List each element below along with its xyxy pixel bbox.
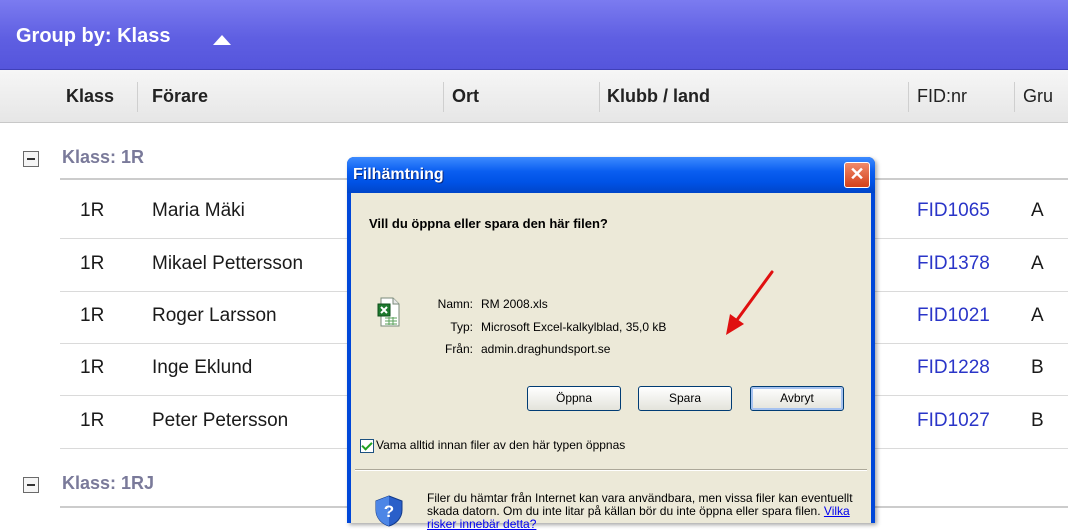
svg-text:?: ? [384, 502, 394, 521]
group-label: Klass: 1RJ [62, 473, 155, 493]
always-ask-checkbox[interactable] [360, 439, 374, 453]
security-shield-icon: ? [375, 495, 403, 527]
info-type-key: Typ: [450, 320, 473, 334]
warning-text: Filer du hämtar från Internet kan vara a… [427, 491, 853, 518]
cell-klass: 1R [80, 305, 105, 326]
cell-forare: Roger Larsson [152, 305, 277, 326]
cell-fid[interactable]: FID1228 [917, 357, 990, 379]
file-source-value: admin.draghundsport.se [481, 342, 611, 356]
cell-fid[interactable]: FID1021 [917, 305, 990, 327]
cell-fid[interactable]: FID1065 [917, 200, 990, 222]
cell-grupp: B [1031, 357, 1044, 378]
column-separator[interactable] [1014, 82, 1015, 112]
column-separator[interactable] [599, 82, 600, 112]
cell-grupp: A [1031, 200, 1044, 221]
cell-klass: 1R [80, 253, 105, 274]
column-separator[interactable] [443, 82, 444, 112]
cell-klass: 1R [80, 410, 105, 431]
column-header-row: Klass Förare Ort Klubb / land FID:nr Gru [0, 70, 1068, 123]
warning-text-block: Filer du hämtar från Internet kan vara a… [427, 492, 857, 531]
file-type-value: Microsoft Excel-kalkylblad, 35,0 kB [481, 320, 667, 334]
file-download-dialog: Filhämtning ✕ Vill du öppna eller spara … [347, 157, 875, 531]
column-header-klubb[interactable]: Klubb / land [607, 70, 710, 122]
save-button[interactable]: Spara [638, 386, 732, 411]
cell-klass: 1R [80, 357, 105, 378]
group-by-bar: Group by: Klass [0, 0, 1068, 70]
red-arrow-annotation [726, 270, 774, 335]
cell-forare: Inge Eklund [152, 357, 253, 378]
dialog-titlebar[interactable]: Filhämtning ✕ [347, 157, 875, 193]
dialog-body: Vill du öppna eller spara den här filen?… [351, 193, 871, 531]
file-name-value: RM 2008.xls [481, 297, 548, 311]
cell-fid[interactable]: FID1378 [917, 253, 990, 275]
cell-fid[interactable]: FID1027 [917, 410, 990, 432]
checkbox-label[interactable]: Vama alltid innan filer av den här typen… [376, 438, 625, 452]
cell-forare: Maria Mäki [152, 200, 245, 221]
dialog-title: Filhämtning [353, 166, 444, 183]
dialog-divider [355, 469, 867, 471]
column-header-klass[interactable]: Klass [66, 70, 114, 122]
cell-forare: Peter Petersson [152, 410, 289, 431]
cell-klass: 1R [80, 200, 105, 221]
column-header-grupp[interactable]: Gru [1023, 70, 1053, 122]
column-header-ort[interactable]: Ort [452, 70, 479, 122]
group-by-label[interactable]: Group by: Klass [16, 25, 170, 48]
sort-up-icon[interactable] [213, 35, 231, 45]
collapse-icon[interactable] [23, 151, 39, 167]
cell-forare: Mikael Pettersson [152, 253, 304, 274]
group-label: Klass: 1R [62, 147, 145, 167]
cancel-button[interactable]: Avbryt [750, 386, 844, 411]
column-header-fid[interactable]: FID:nr [917, 70, 967, 122]
collapse-icon[interactable] [23, 477, 39, 493]
cell-grupp: A [1031, 253, 1044, 274]
cell-grupp: A [1031, 305, 1044, 326]
close-icon[interactable]: ✕ [844, 162, 870, 188]
info-source-key: Från: [444, 342, 473, 356]
dialog-question: Vill du öppna eller spara den här filen? [369, 216, 608, 231]
open-button[interactable]: Öppna [527, 386, 621, 411]
column-header-forare[interactable]: Förare [152, 70, 208, 122]
column-separator[interactable] [137, 82, 138, 112]
info-name-key: Namn: [437, 297, 473, 311]
column-separator[interactable] [908, 82, 909, 112]
cell-grupp: B [1031, 410, 1044, 431]
